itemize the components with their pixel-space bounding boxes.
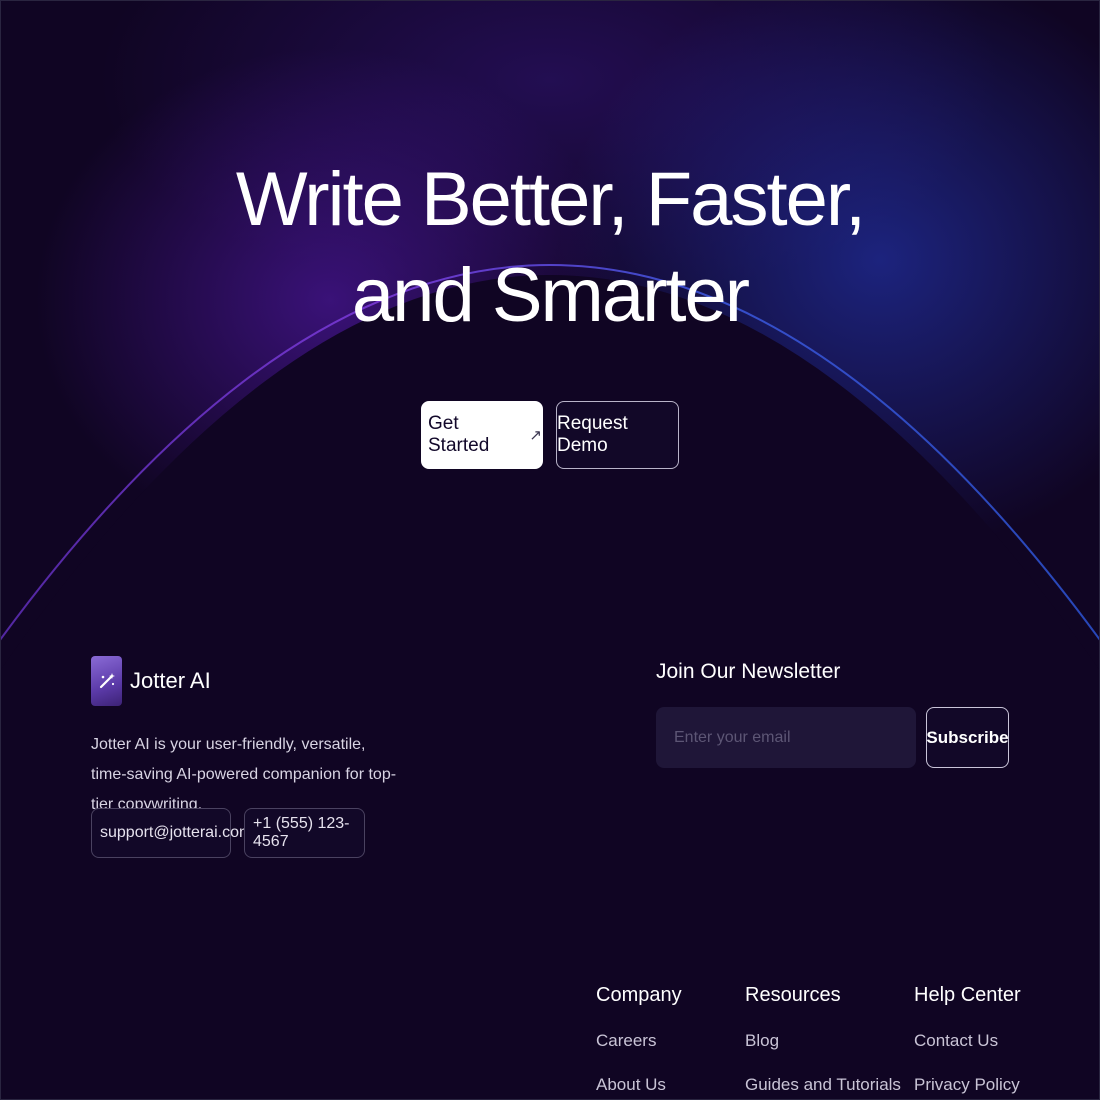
hero-title-line-2: and Smarter: [351, 253, 750, 338]
footer-link-about-us[interactable]: About Us: [596, 1074, 682, 1096]
newsletter-title: Join Our Newsletter: [656, 660, 841, 683]
contact-links: support@jotterai.com +1 (555) 123-4567: [91, 808, 365, 858]
hero-title: Write Better, Faster, and Smarter: [0, 152, 1100, 344]
get-started-button[interactable]: Get Started ↗: [421, 401, 543, 469]
footer-link-guides[interactable]: Guides and Tutorials: [745, 1074, 901, 1096]
footer-heading-help-center: Help Center: [914, 984, 1021, 1006]
request-demo-label: Request Demo: [557, 413, 628, 456]
footer-link-privacy-policy[interactable]: Privacy Policy: [914, 1074, 1021, 1096]
landing-page: Write Better, Faster, and Smarter Get St…: [0, 0, 1100, 1100]
hero-title-line-1: Write Better, Faster,: [235, 157, 866, 242]
magic-wand-icon: [91, 656, 122, 706]
footer-link-careers[interactable]: Careers: [596, 1030, 682, 1052]
footer-heading-company: Company: [596, 984, 682, 1006]
footer-brand[interactable]: Jotter AI: [91, 656, 211, 706]
get-started-label: Get Started: [428, 413, 490, 456]
footer-column-help-center: Help Center Contact Us Privacy Policy: [914, 982, 1021, 1100]
footer-heading-resources: Resources: [745, 984, 841, 1006]
request-demo-button[interactable]: Request Demo: [556, 401, 679, 469]
footer-column-resources: Resources Blog Guides and Tutorials: [745, 982, 901, 1100]
footer-column-company: Company Careers About Us: [596, 982, 682, 1100]
newsletter-form: Subscribe: [656, 707, 1009, 768]
arrow-up-right-icon: ↗: [529, 427, 542, 444]
email-input[interactable]: [656, 707, 916, 768]
subscribe-button[interactable]: Subscribe: [926, 707, 1009, 768]
hero-actions: Get Started ↗ Request Demo: [0, 401, 1100, 469]
footer-link-contact-us[interactable]: Contact Us: [914, 1030, 1021, 1052]
phone-link[interactable]: +1 (555) 123-4567: [244, 808, 365, 858]
footer-link-blog[interactable]: Blog: [745, 1030, 901, 1052]
email-link[interactable]: support@jotterai.com: [91, 808, 252, 858]
brand-name: Jotter AI: [130, 668, 211, 693]
brand-description: Jotter AI is your user-friendly, versati…: [91, 736, 397, 813]
